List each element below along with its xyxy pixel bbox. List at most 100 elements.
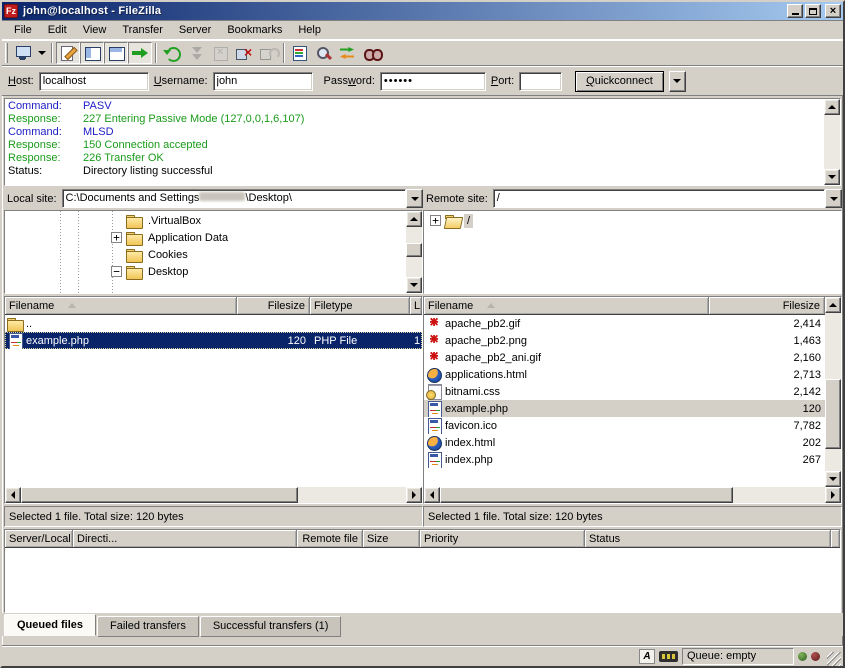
- file-row[interactable]: applications.html 2,713: [424, 366, 825, 383]
- title-bar[interactable]: Fz john@localhost - FileZilla ×: [2, 2, 843, 20]
- queue-tab[interactable]: Queued files: [4, 614, 96, 636]
- column-header-filetype[interactable]: Filetype: [310, 297, 410, 314]
- menu-item[interactable]: Edit: [40, 22, 75, 38]
- tree-item[interactable]: Application Data: [5, 229, 406, 246]
- menu-item[interactable]: View: [75, 22, 115, 38]
- speed-limits-icon[interactable]: [659, 651, 678, 662]
- tree-item[interactable]: /: [424, 212, 841, 229]
- local-list-hscrollbar[interactable]: [5, 487, 422, 503]
- menu-item[interactable]: Transfer: [114, 22, 171, 38]
- scroll-left-button[interactable]: [5, 487, 21, 503]
- site-manager-dropdown-button[interactable]: [35, 42, 48, 64]
- tree-item[interactable]: Cookies: [5, 246, 406, 263]
- minimize-button[interactable]: [787, 4, 803, 18]
- tree-expander[interactable]: [111, 232, 122, 243]
- scroll-track[interactable]: [21, 487, 406, 503]
- process-queue-button[interactable]: [184, 42, 208, 64]
- tree-item[interactable]: Desktop: [5, 263, 406, 280]
- column-header-filename[interactable]: Filename: [5, 297, 237, 314]
- file-row[interactable]: ..: [5, 315, 422, 332]
- scroll-track[interactable]: [406, 227, 422, 277]
- remote-site-combobox[interactable]: /: [493, 189, 842, 208]
- queue-column-header[interactable]: Size: [363, 530, 420, 547]
- queue-column-header[interactable]: Priority: [420, 530, 585, 547]
- host-input[interactable]: [39, 72, 149, 91]
- scroll-up-button[interactable]: [824, 99, 840, 115]
- scroll-up-button[interactable]: [825, 297, 841, 313]
- column-header-filesize[interactable]: Filesize: [237, 297, 310, 314]
- tree-item[interactable]: .VirtualBox: [5, 212, 406, 229]
- column-header-last-modified[interactable]: L: [410, 297, 422, 314]
- queue-column-header[interactable]: [831, 530, 840, 547]
- scroll-thumb[interactable]: [440, 487, 733, 503]
- file-row[interactable]: index.php 267: [424, 451, 825, 468]
- scroll-down-button[interactable]: [406, 277, 422, 293]
- tree-expander[interactable]: [111, 266, 122, 277]
- message-log[interactable]: Command: PASV Response: 227 Entering Pas…: [5, 99, 824, 185]
- find-files-button[interactable]: [360, 42, 384, 64]
- menu-item[interactable]: File: [6, 22, 40, 38]
- close-button[interactable]: ×: [825, 4, 841, 18]
- port-input[interactable]: [519, 72, 562, 91]
- queue-column-header[interactable]: Remote file: [297, 530, 363, 547]
- synchronized-browsing-button[interactable]: [336, 42, 360, 64]
- remote-file-list[interactable]: apache_pb2.gif 2,414 apache_pb2.png 1,46…: [424, 315, 825, 487]
- queue-column-header[interactable]: Server/Local file: [5, 530, 73, 547]
- reconnect-button[interactable]: [256, 42, 280, 64]
- toggle-local-tree-button[interactable]: [80, 42, 104, 64]
- cancel-operation-button[interactable]: [208, 42, 232, 64]
- scroll-down-button[interactable]: [825, 471, 841, 487]
- file-row[interactable]: apache_pb2.gif 2,414: [424, 315, 825, 332]
- file-row[interactable]: bitnami.css 2,142: [424, 383, 825, 400]
- remote-list-vscrollbar[interactable]: [825, 297, 841, 487]
- file-row[interactable]: apache_pb2_ani.gif 2,160: [424, 349, 825, 366]
- refresh-button[interactable]: [160, 42, 184, 64]
- queue-tab[interactable]: Failed transfers: [97, 616, 199, 637]
- queue-body[interactable]: [5, 548, 840, 612]
- disconnect-button[interactable]: [232, 42, 256, 64]
- file-row[interactable]: example.php 120: [424, 400, 825, 417]
- scroll-track[interactable]: [440, 487, 825, 503]
- directory-listing-filters-button[interactable]: [288, 42, 312, 64]
- toggle-transfer-queue-button[interactable]: [128, 42, 152, 64]
- maximize-button[interactable]: [805, 4, 821, 18]
- site-manager-button[interactable]: [11, 42, 35, 64]
- remote-list-hscrollbar[interactable]: [424, 487, 841, 503]
- column-header-filename[interactable]: Filename: [424, 297, 709, 314]
- scroll-thumb[interactable]: [825, 379, 841, 449]
- data-type-indicator-icon[interactable]: A: [639, 649, 655, 664]
- local-directory-tree[interactable]: .VirtualBox Application Data Cookies: [5, 211, 406, 293]
- log-scrollbar[interactable]: [824, 99, 840, 185]
- local-tree-scrollbar[interactable]: [406, 211, 422, 293]
- menu-item[interactable]: Server: [171, 22, 219, 38]
- remote-directory-tree[interactable]: /: [424, 211, 841, 293]
- file-row[interactable]: index.html 202: [424, 434, 825, 451]
- local-file-list[interactable]: .. example.php 120 PHP File 1: [5, 315, 422, 487]
- scroll-track[interactable]: [825, 313, 841, 471]
- local-site-dropdown-button[interactable]: [406, 189, 423, 208]
- scroll-right-button[interactable]: [825, 487, 841, 503]
- toggle-remote-tree-button[interactable]: [104, 42, 128, 64]
- scroll-thumb[interactable]: [406, 243, 422, 257]
- queue-column-header[interactable]: Status: [585, 530, 831, 547]
- queue-tab[interactable]: Successful transfers (1): [200, 616, 342, 637]
- scroll-down-button[interactable]: [824, 169, 840, 185]
- menu-item[interactable]: Bookmarks: [219, 22, 290, 38]
- username-input[interactable]: [213, 72, 313, 91]
- local-site-combobox[interactable]: C:\Documents and Settings\Desktop\: [62, 189, 423, 208]
- scroll-track[interactable]: [824, 115, 840, 169]
- quickconnect-dropdown-button[interactable]: [669, 71, 686, 92]
- toggle-message-log-button[interactable]: [56, 42, 80, 64]
- quickconnect-button[interactable]: Quickconnect: [575, 71, 664, 92]
- queue-column-header[interactable]: Directi...: [73, 530, 297, 547]
- password-input[interactable]: [380, 72, 486, 91]
- file-row[interactable]: apache_pb2.png 1,463: [424, 332, 825, 349]
- scroll-right-button[interactable]: [406, 487, 422, 503]
- remote-site-dropdown-button[interactable]: [825, 189, 842, 208]
- resize-grip[interactable]: [827, 652, 841, 666]
- directory-comparison-button[interactable]: [312, 42, 336, 64]
- menu-item[interactable]: Help: [290, 22, 329, 38]
- scroll-thumb[interactable]: [21, 487, 298, 503]
- file-row[interactable]: favicon.ico 7,782: [424, 417, 825, 434]
- remote-site-path[interactable]: /: [493, 189, 825, 208]
